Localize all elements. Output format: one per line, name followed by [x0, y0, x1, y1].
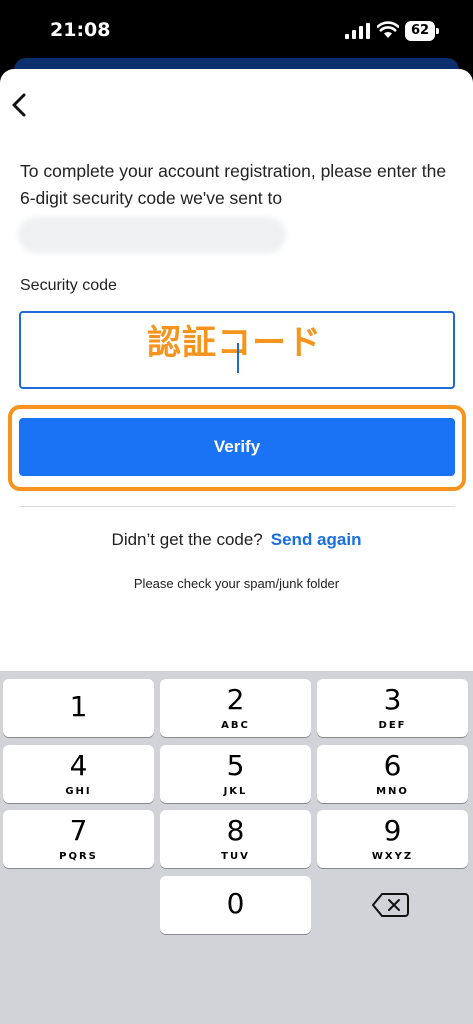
- key-letters: GHI: [65, 786, 92, 797]
- key-digit: 9: [383, 814, 402, 847]
- resend-row: Didn’t get the code? Send again: [0, 530, 473, 550]
- battery-icon: 62: [405, 21, 439, 41]
- key-4[interactable]: 4 GHI: [3, 745, 154, 803]
- key-digit: 3: [383, 683, 402, 716]
- instructions-text: To complete your account registration, p…: [20, 161, 447, 208]
- back-button[interactable]: [8, 87, 32, 123]
- status-bar: 21:08 62: [0, 0, 473, 62]
- delete-backspace-icon[interactable]: [370, 890, 410, 920]
- battery-level: 62: [405, 21, 435, 41]
- key-9[interactable]: 9 WXYZ: [317, 810, 468, 868]
- key-letters: TUV: [221, 851, 250, 862]
- key-digit: 7: [69, 814, 88, 847]
- key-1[interactable]: 1: [3, 679, 154, 737]
- verification-sheet: To complete your account registration, p…: [0, 69, 473, 671]
- resend-prompt: Didn’t get the code?: [111, 530, 263, 549]
- annotation-overlay-text: 認証コード: [147, 323, 322, 363]
- key-2[interactable]: 2 ABC: [160, 679, 311, 737]
- verify-button[interactable]: Verify: [19, 418, 455, 476]
- security-code-input[interactable]: 認証コード: [19, 311, 455, 389]
- send-again-link[interactable]: Send again: [271, 530, 362, 549]
- key-7[interactable]: 7 PQRS: [3, 810, 154, 868]
- key-6[interactable]: 6 MNO: [317, 745, 468, 803]
- text-caret: [237, 343, 239, 373]
- spam-note: Please check your spam/junk folder: [133, 576, 340, 591]
- key-letters: WXYZ: [371, 851, 414, 862]
- key-0[interactable]: 0: [160, 876, 311, 934]
- key-letters: PQRS: [59, 851, 98, 862]
- numeric-keypad: 1 2 ABC 3 DEF 4 GHI 5 JKL 6 MNO 7 PQRS 8…: [0, 671, 473, 1024]
- key-digit: 8: [226, 814, 245, 847]
- key-letters: JKL: [223, 786, 248, 797]
- key-digit: 6: [383, 749, 402, 782]
- key-8[interactable]: 8 TUV: [160, 810, 311, 868]
- key-digit: 4: [69, 749, 88, 782]
- status-time: 21:08: [50, 19, 111, 41]
- wifi-icon: [377, 21, 399, 38]
- key-3[interactable]: 3 DEF: [317, 679, 468, 737]
- divider: [19, 506, 455, 507]
- key-5[interactable]: 5 JKL: [160, 745, 311, 803]
- cellular-signal-icon: [345, 23, 370, 39]
- key-digit: 1: [69, 690, 88, 723]
- key-digit: 2: [226, 683, 245, 716]
- key-letters: ABC: [221, 720, 250, 731]
- key-letters: MNO: [376, 786, 409, 797]
- security-code-label: Security code: [20, 277, 117, 294]
- key-digit: 5: [226, 749, 245, 782]
- key-digit: 0: [226, 887, 245, 920]
- redacted-email: [18, 217, 286, 253]
- key-letters: DEF: [378, 720, 407, 731]
